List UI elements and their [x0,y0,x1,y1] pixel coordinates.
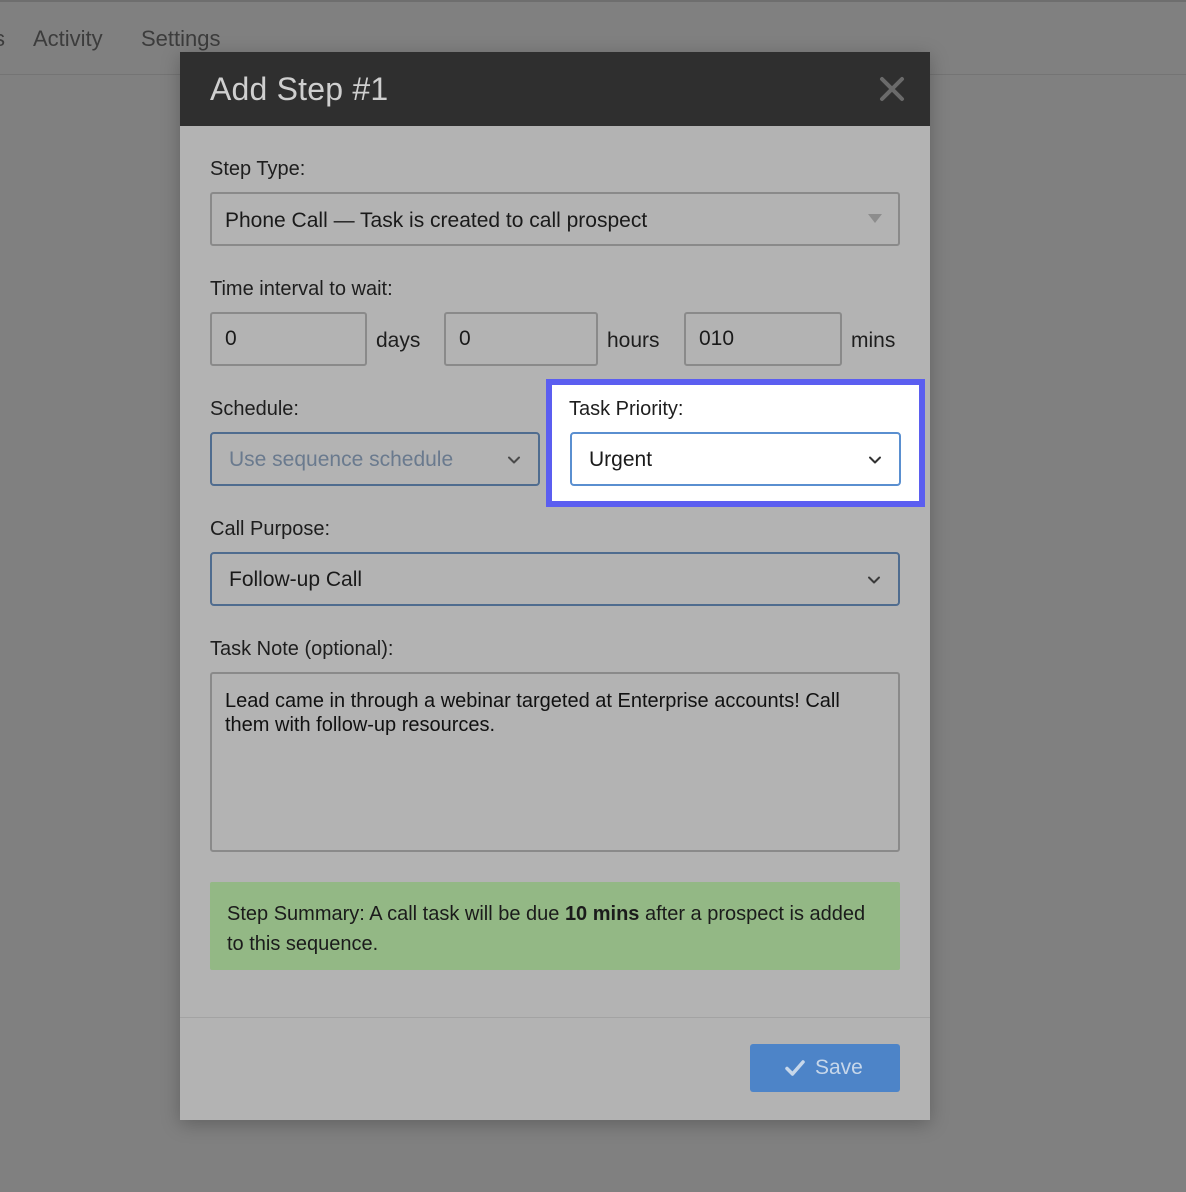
close-icon[interactable] [876,73,908,105]
days-input[interactable] [212,314,365,364]
call-purpose-label: Call Purpose: [210,518,331,540]
days-unit: days [376,329,421,352]
add-step-modal: Add Step #1 Step Type: Phone Call — Task… [180,52,930,1120]
nav-item-partial[interactable]: s [0,26,5,52]
footer-divider [180,1017,930,1018]
step-type-value: Phone Call — Task is created to call pro… [225,209,648,232]
modal-title: Add Step #1 [210,71,389,107]
summary-bold-duration: 10 mins [564,903,640,925]
step-summary: Step Summary: A call task will be due 10… [210,882,900,970]
task-note-label: Task Note (optional): [210,638,394,660]
chevron-down-icon [867,452,883,468]
task-priority-label: Task Priority: [569,398,684,420]
step-summary-text: Step Summary: A call task will be due 10… [227,899,887,959]
check-icon [785,1059,805,1077]
modal-header: Add Step #1 [180,52,930,126]
schedule-value: Use sequence schedule [229,448,454,471]
step-type-label: Step Type: [210,158,306,180]
save-button[interactable]: Save [750,1044,900,1092]
schedule-label: Schedule: [210,398,299,420]
task-priority-highlight: Task Priority: Urgent [546,379,925,507]
step-type-select[interactable]: Phone Call — Task is created to call pro… [210,192,900,246]
save-button-label: Save [815,1056,863,1079]
call-purpose-select[interactable]: Follow-up Call [210,552,900,606]
mins-unit: mins [851,329,896,352]
call-purpose-value: Follow-up Call [229,568,363,591]
days-field[interactable] [210,312,367,366]
chevron-down-icon [506,452,522,468]
schedule-select[interactable]: Use sequence schedule [210,432,540,486]
mins-field[interactable] [684,312,842,366]
task-priority-value: Urgent [589,448,653,471]
hours-unit: hours [607,329,660,352]
caret-down-icon [868,214,882,223]
nav-item-activity[interactable]: Activity [33,26,103,52]
summary-prefix: Step Summary: A call task will be due [227,903,565,925]
mins-input[interactable] [686,314,840,364]
chevron-down-icon [866,572,882,588]
task-priority-select[interactable]: Urgent [570,432,901,486]
hours-field[interactable] [444,312,598,366]
hours-input[interactable] [446,314,596,364]
task-note-textarea[interactable]: Lead came in through a webinar targeted … [210,672,900,852]
nav-item-settings[interactable]: Settings [141,26,221,52]
task-note-text: Lead came in through a webinar targeted … [225,690,840,736]
time-interval-label: Time interval to wait: [210,278,393,300]
